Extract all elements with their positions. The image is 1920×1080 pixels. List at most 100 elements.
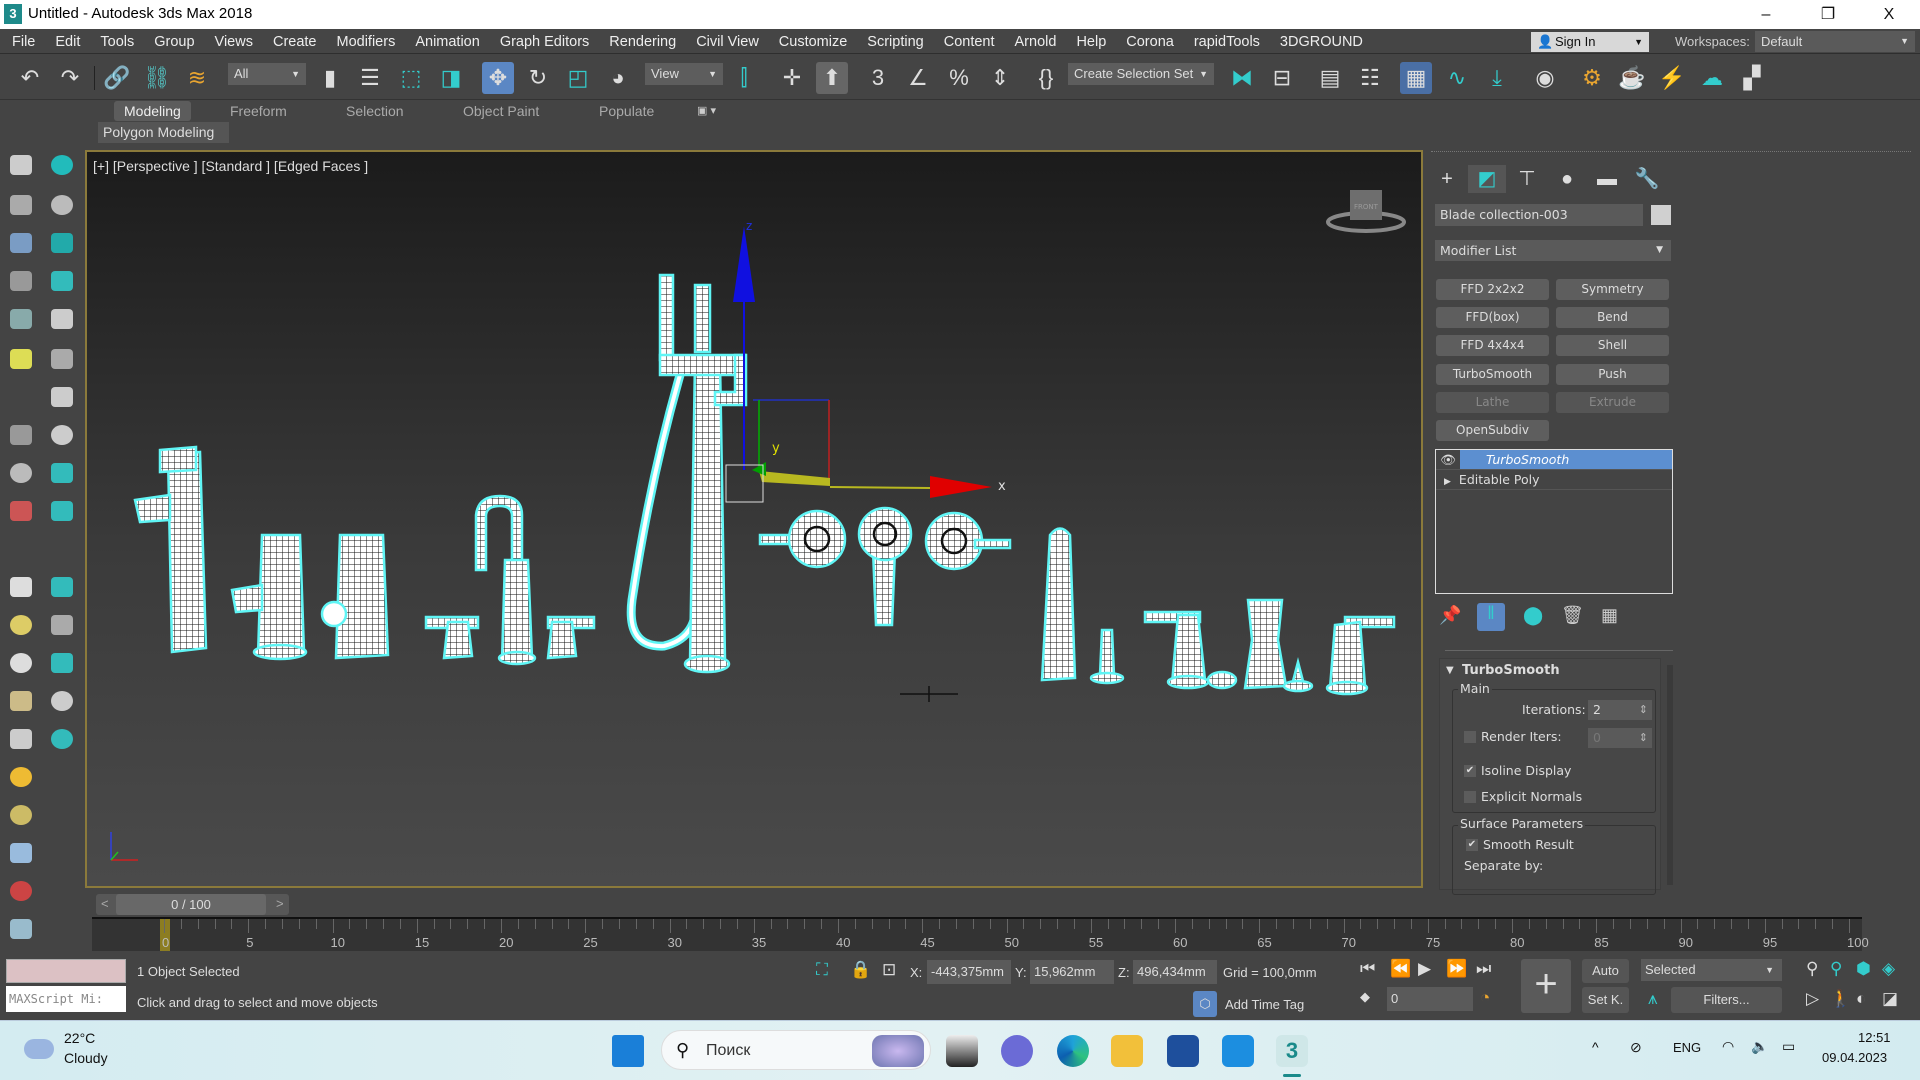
close-button[interactable]: X	[1866, 2, 1912, 28]
go-to-start-icon[interactable]: ⏮	[1360, 959, 1375, 979]
3ds-max-taskbar-icon[interactable]: 3	[1276, 1035, 1308, 1067]
render-production-icon[interactable]: ⚡	[1656, 62, 1688, 94]
y-coordinate-field[interactable]: 15,962mm	[1030, 960, 1114, 984]
volume-icon[interactable]: 🔈	[1751, 1038, 1768, 1055]
select-and-rotate-icon[interactable]: ↻	[522, 62, 554, 94]
next-frame-icon[interactable]: ⏩	[1446, 959, 1467, 979]
walk-through-icon[interactable]: 🚶	[1830, 989, 1851, 1009]
render-panorama-icon[interactable]: ▞	[1736, 62, 1768, 94]
isoline-display-checkbox[interactable]: ✔	[1464, 765, 1476, 777]
hierarchy-tab-icon[interactable]: ⊤	[1508, 165, 1546, 193]
scene-explorer-icon[interactable]: ▤	[1314, 62, 1346, 94]
sphere-icon[interactable]	[10, 463, 32, 483]
menu-rapidtools[interactable]: rapidTools	[1194, 34, 1260, 50]
align-icon[interactable]: ⊟	[1266, 62, 1298, 94]
edit-named-selection-icon[interactable]: {}	[1030, 62, 1062, 94]
globe-icon[interactable]	[51, 463, 73, 483]
play-panel-icon[interactable]	[51, 577, 73, 597]
menu-create[interactable]: Create	[273, 34, 317, 50]
faucet-object-3[interactable]	[320, 533, 390, 660]
wifi-icon[interactable]: ◠	[1722, 1038, 1734, 1055]
perspective-viewport[interactable]: [+] [Perspective ] [Standard ] [Edged Fa…	[85, 150, 1423, 888]
stack-item-editable-poly[interactable]: ▶ Editable Poly	[1436, 470, 1672, 490]
rectangle-selection-icon[interactable]: ⬚	[395, 62, 427, 94]
zoom-all-icon[interactable]: ⚲	[1830, 959, 1842, 979]
configure-modifier-sets-icon[interactable]: ▦	[1601, 605, 1618, 626]
z-coordinate-field[interactable]: 496,434mm	[1133, 960, 1217, 984]
modifier-button-ffd-2x2x2[interactable]: FFD 2x2x2	[1436, 279, 1549, 300]
current-frame-field[interactable]: 0	[1387, 987, 1473, 1011]
show-end-result-icon[interactable]: ‖	[1477, 603, 1505, 631]
utilities-tab-icon[interactable]: 🔧	[1628, 165, 1666, 193]
rollout-title[interactable]: TurboSmooth	[1462, 663, 1560, 678]
add-time-tag-icon[interactable]: ⬡	[1193, 991, 1217, 1017]
modifier-button-opensubdiv[interactable]: OpenSubdiv	[1436, 420, 1549, 441]
menu-tools[interactable]: Tools	[100, 34, 134, 50]
teams-chat-icon[interactable]	[1001, 1035, 1033, 1067]
view-cube[interactable]: FRONT	[1326, 190, 1406, 233]
ufo-icon[interactable]	[51, 691, 73, 711]
unlink-icon[interactable]: ⛓	[141, 62, 173, 94]
menu-3dground[interactable]: 3DGROUND	[1280, 34, 1363, 50]
menu-civil-view[interactable]: Civil View	[696, 34, 759, 50]
modifier-button-push[interactable]: Push	[1556, 364, 1669, 385]
mushroom-icon[interactable]	[10, 691, 32, 711]
collapse-arrow-icon[interactable]: ▼	[1446, 665, 1454, 676]
render-iters-checkbox[interactable]	[1464, 731, 1476, 743]
tab-object-paint[interactable]: Object Paint	[463, 101, 539, 121]
polygon-modeling-panel[interactable]: Polygon Modeling	[98, 122, 229, 143]
select-and-move-icon[interactable]: ✥	[482, 62, 514, 94]
time-slider[interactable]: < 0 / 100 >	[96, 894, 289, 915]
modifier-button-turbosmooth[interactable]: TurboSmooth	[1436, 364, 1549, 385]
make-unique-icon[interactable]: ⬤	[1523, 605, 1543, 626]
ring-icon[interactable]	[10, 653, 32, 673]
menu-arnold[interactable]: Arnold	[1015, 34, 1057, 50]
named-selection-set-dropdown[interactable]: Create Selection Set	[1068, 63, 1214, 85]
set-key-button[interactable]: +	[1521, 959, 1571, 1013]
menu-rendering[interactable]: Rendering	[609, 34, 676, 50]
menu-graph-editors[interactable]: Graph Editors	[500, 34, 589, 50]
modifier-button-symmetry[interactable]: Symmetry	[1556, 279, 1669, 300]
sun-gear-icon[interactable]	[51, 195, 73, 215]
mail-icon[interactable]	[1222, 1035, 1254, 1067]
move-gizmo[interactable]: y x z	[725, 219, 1006, 503]
menu-scripting[interactable]: Scripting	[867, 34, 923, 50]
zoom-extents-all-icon[interactable]: ◈	[1882, 959, 1895, 979]
weather-cloud-icon[interactable]	[24, 1039, 54, 1059]
menu-views[interactable]: Views	[215, 34, 253, 50]
smooth-result-checkbox[interactable]: ✔	[1466, 839, 1478, 851]
faucet-object-2[interactable]	[230, 533, 308, 661]
menu-help[interactable]: Help	[1076, 34, 1106, 50]
undo-icon[interactable]: ↶	[14, 62, 46, 94]
window-crossing-icon[interactable]: ◨	[435, 62, 467, 94]
cloud-icon[interactable]	[10, 195, 32, 215]
pivot-center-icon[interactable]: ⫿	[728, 62, 760, 94]
pin-stack-icon[interactable]: 📌	[1439, 605, 1461, 626]
selection-filter-dropdown[interactable]: All	[228, 63, 306, 85]
material-editor-icon[interactable]: ◉	[1529, 62, 1561, 94]
go-to-end-icon[interactable]: ⏭	[1476, 959, 1491, 979]
start-button-icon[interactable]	[612, 1035, 644, 1067]
network-off-icon[interactable]: ⊘	[1630, 1039, 1642, 1056]
modifier-list-dropdown[interactable]: Modifier List ▼	[1435, 240, 1671, 261]
render-iters-spinner[interactable]: 0	[1588, 728, 1652, 748]
snap-toggle-icon[interactable]: 3	[862, 62, 894, 94]
camera-icon[interactable]	[51, 233, 73, 253]
expand-arrow-icon[interactable]: ▶	[1436, 477, 1451, 487]
text-a-icon[interactable]	[51, 387, 73, 407]
restore-button[interactable]: ❐	[1805, 2, 1851, 28]
rendered-frame-window-icon[interactable]: ☕	[1616, 62, 1648, 94]
workspace-dropdown[interactable]: Default ▼	[1755, 31, 1915, 52]
stack-item-turbosmooth[interactable]: 👁 TurboSmooth	[1436, 450, 1672, 470]
modifier-button-ffd-box[interactable]: FFD(box)	[1436, 307, 1549, 328]
task-view-icon[interactable]	[946, 1035, 978, 1067]
input-language[interactable]: ENG	[1673, 1040, 1701, 1055]
cone-icon[interactable]	[10, 729, 32, 749]
maxscript-mini-listener[interactable]: MAXScript Mi:	[6, 986, 126, 1012]
time-configuration-icon[interactable]: ◔	[1480, 988, 1490, 1008]
tab-selection[interactable]: Selection	[346, 101, 404, 121]
angle-snap-icon[interactable]: ∠	[902, 62, 934, 94]
maximize-viewport-icon[interactable]: ◪	[1882, 989, 1898, 1009]
clock-time[interactable]: 12:51	[1858, 1030, 1891, 1045]
remove-modifier-icon[interactable]: 🗑	[1561, 605, 1584, 626]
